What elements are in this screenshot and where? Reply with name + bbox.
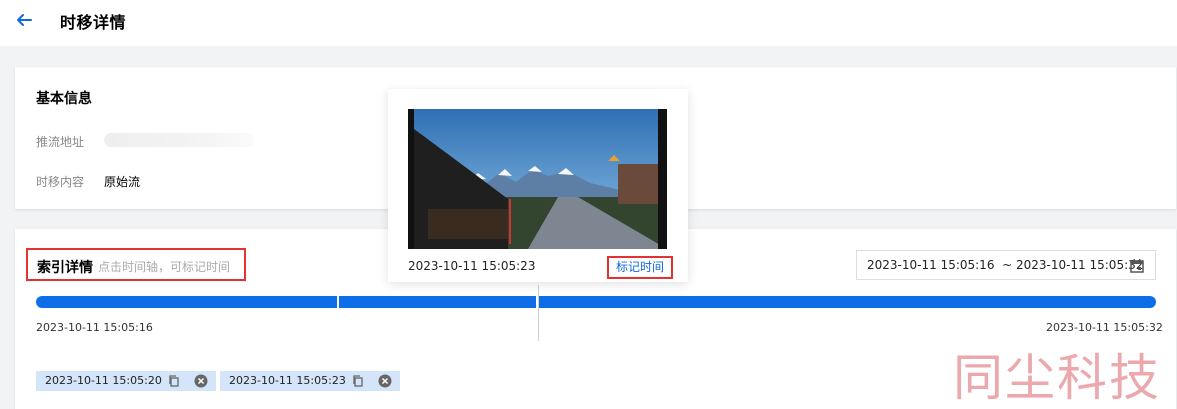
remove-icon[interactable]: [378, 374, 392, 388]
preview-thumbnail: [408, 109, 667, 249]
copy-icon[interactable]: [351, 374, 365, 388]
marked-time-label: 2023-10-11 15:05:20: [45, 374, 162, 387]
watermark-logo: 同尘科技: [953, 349, 1161, 407]
timeline-track[interactable]: [36, 296, 1156, 308]
index-title: 索引详情: [37, 260, 93, 276]
page-title: 时移详情: [60, 13, 127, 32]
index-hint: 点击时间轴，可标记时间: [98, 260, 231, 274]
timeline-cursor: [538, 285, 539, 341]
preview-popup: 2023-10-11 15:05:23 标记时间: [388, 89, 688, 282]
copy-icon[interactable]: [167, 374, 181, 388]
push-url-value-redacted: [104, 133, 254, 147]
remove-icon[interactable]: [194, 374, 208, 388]
content-label: 时移内容: [36, 175, 85, 189]
preview-time: 2023-10-11 15:05:23: [408, 259, 536, 273]
marked-time-label: 2023-10-11 15:05:23: [229, 374, 346, 387]
push-url-label: 推流地址: [36, 135, 85, 149]
marked-time-chip: 2023-10-11 15:05:20: [36, 371, 216, 391]
top-bar: 时移详情: [0, 0, 1177, 46]
back-arrow-icon[interactable]: [14, 10, 34, 30]
date-range-text: 2023-10-11 15:05:16 ~ 2023-10-11 15:05:3…: [867, 258, 1144, 272]
date-range-picker[interactable]: 2023-10-11 15:05:16 ~ 2023-10-11 15:05:3…: [856, 250, 1156, 280]
timeline-start-label: 2023-10-11 15:05:16: [36, 321, 153, 334]
calendar-icon[interactable]: [1129, 258, 1145, 274]
marked-time-chip: 2023-10-11 15:05:23: [220, 371, 400, 391]
mark-time-button[interactable]: 标记时间: [607, 256, 673, 279]
basic-info-title: 基本信息: [36, 91, 92, 107]
content-value: 原始流: [104, 175, 141, 189]
timeline-mark-tick[interactable]: [337, 296, 339, 308]
timeline-end-label: 2023-10-11 15:05:32: [1046, 321, 1163, 334]
